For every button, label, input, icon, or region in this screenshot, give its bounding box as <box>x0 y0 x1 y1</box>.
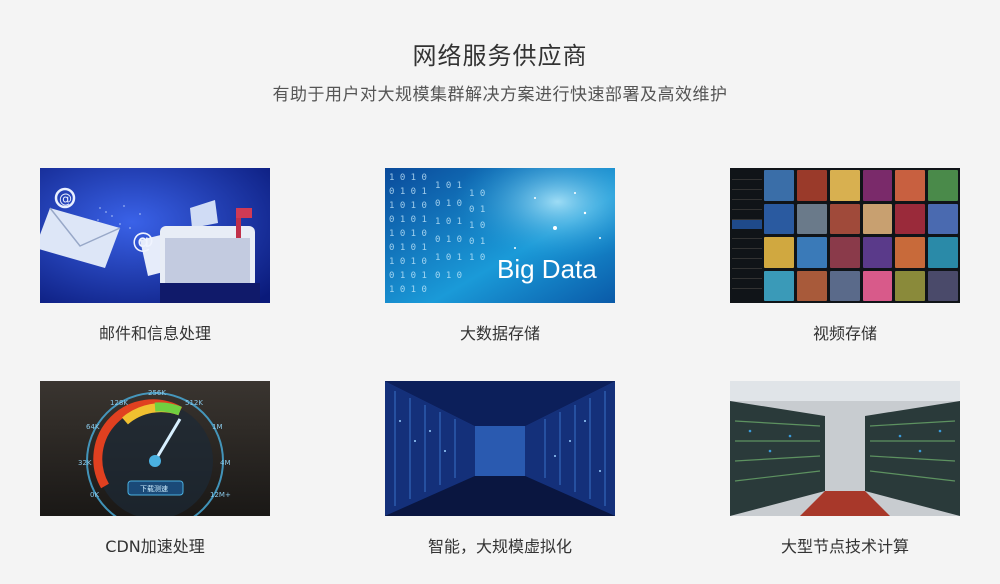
big-data-image: 1 0 1 0 0 1 0 1 1 0 1 0 0 1 0 1 1 0 1 0 0 1 … <box>385 168 615 303</box>
svg-text:0 1: 0 1 <box>469 237 485 247</box>
card-caption: 大型节点技术计算 <box>780 537 909 556</box>
svg-text:1 0 1: 1 0 1 <box>435 181 462 191</box>
gauge-label: 1M <box>212 423 223 431</box>
svg-text:0 1 0 1: 0 1 0 1 <box>389 215 427 225</box>
gauge-label: 32K <box>78 459 92 467</box>
svg-text:0 1 0: 0 1 0 <box>435 199 462 209</box>
svg-text:0 1 0 1: 0 1 0 1 <box>389 187 427 197</box>
svg-text:1 0 1 0: 1 0 1 0 <box>389 257 427 267</box>
svg-text:1 0 1 0: 1 0 1 0 <box>389 229 427 239</box>
svg-text:1 0 1: 1 0 1 <box>435 217 462 227</box>
speed-test-button: 下载测速 <box>140 484 168 493</box>
service-card-video[interactable]: 视频存储 <box>730 168 960 343</box>
gauge-label: 4M <box>220 459 231 467</box>
speedometer-image: 下载测速 0K 32K 64K 128K 256K 512K 1M 4M 12M… <box>40 381 270 516</box>
video-library-image <box>730 168 960 303</box>
gauge-label: 12M+ <box>210 491 231 499</box>
server-corridor-image <box>385 381 615 516</box>
gauge-label: 512K <box>185 399 203 407</box>
svg-text:0 1 0: 0 1 0 <box>435 235 462 245</box>
page-title: 网络服务供应商 <box>412 42 588 70</box>
card-caption: 智能，大规模虚拟化 <box>427 537 572 556</box>
svg-text:@: @ <box>59 192 72 207</box>
svg-text:0 1 0: 0 1 0 <box>435 271 462 281</box>
card-caption: CDN加速处理 <box>105 537 205 556</box>
svg-text:0 1 0 1: 0 1 0 1 <box>389 243 427 253</box>
service-card-big-data[interactable]: 1 0 1 0 0 1 0 1 1 0 1 0 0 1 0 1 1 0 1 0 0 1 … <box>385 168 615 343</box>
svg-text:0 1: 0 1 <box>469 205 485 215</box>
page-subtitle: 有助于用户对大规模集群解决方案进行快速部署及高效维护 <box>272 85 728 105</box>
card-caption: 大数据存储 <box>459 324 540 343</box>
svg-text:1 0: 1 0 <box>469 189 485 199</box>
service-card-cdn[interactable]: 下载测速 0K 32K 64K 128K 256K 512K 1M 4M 12M… <box>40 381 270 556</box>
gauge-label: 64K <box>86 423 100 431</box>
svg-text:0 1 0 1: 0 1 0 1 <box>389 271 427 281</box>
svg-text:1 0 1 0: 1 0 1 0 <box>389 173 427 183</box>
gauge-label: 128K <box>110 399 128 407</box>
svg-text:1 0: 1 0 <box>469 221 485 231</box>
svg-text:1 0: 1 0 <box>469 253 485 263</box>
service-card-email[interactable]: @ @ 邮件和信息处理 <box>40 168 270 343</box>
poster-grid <box>764 170 958 301</box>
svg-text:1 0 1 0: 1 0 1 0 <box>389 285 427 295</box>
big-data-label: Big Data <box>497 254 597 284</box>
svg-text:@: @ <box>132 229 154 254</box>
server-racks-image <box>730 381 960 516</box>
card-caption: 视频存储 <box>812 324 877 343</box>
svg-text:1 0 1 0: 1 0 1 0 <box>389 201 427 211</box>
gauge-label: 0K <box>90 491 99 499</box>
service-card-virtualization[interactable]: 智能，大规模虚拟化 <box>385 381 615 556</box>
svg-text:1 0 1: 1 0 1 <box>435 253 462 263</box>
email-envelopes-image: @ @ <box>40 168 270 303</box>
card-caption: 邮件和信息处理 <box>98 324 211 343</box>
gauge-label: 256K <box>148 389 166 397</box>
service-card-hpc[interactable]: 大型节点技术计算 <box>730 381 960 556</box>
video-category-list <box>732 170 762 301</box>
